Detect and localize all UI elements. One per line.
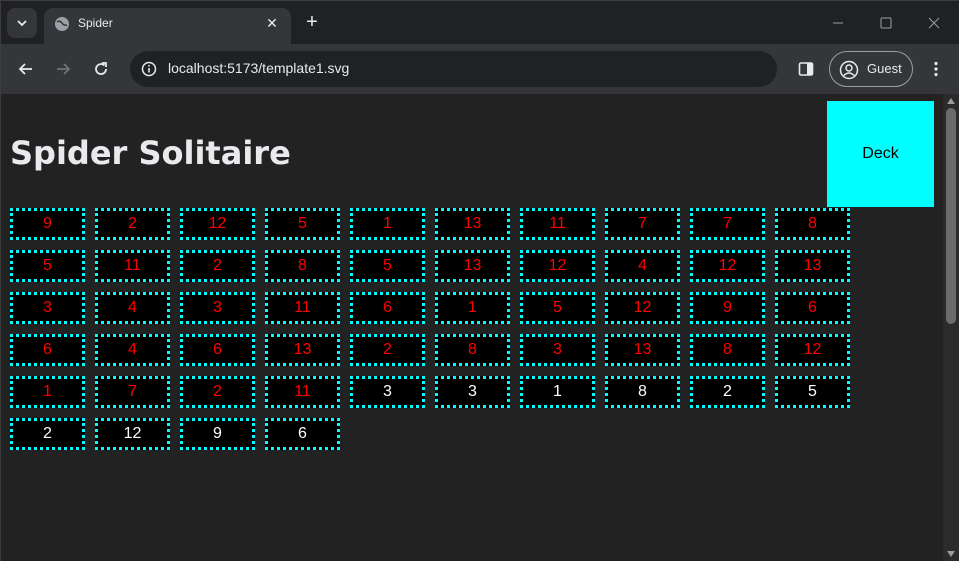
card-face-down: 12 (775, 334, 850, 366)
card-face-down: 5 (350, 250, 425, 282)
person-icon (839, 60, 859, 80)
card-face-down: 5 (265, 208, 340, 240)
back-button[interactable] (11, 54, 41, 84)
card-face-down: 8 (435, 334, 510, 366)
tab-strip: Spider ✕ + (1, 1, 959, 44)
arrow-left-icon (18, 63, 32, 75)
card-face-down: 2 (95, 208, 170, 240)
minimize-icon (833, 22, 843, 24)
card-face-down: 6 (350, 292, 425, 324)
card-face-down: 11 (520, 208, 595, 240)
card-face-down: 5 (10, 250, 85, 282)
card-face-down: 1 (10, 376, 85, 408)
card-face-up[interactable]: 1 (520, 376, 595, 408)
card-face-up[interactable]: 2 (690, 376, 765, 408)
scroll-down-arrow-icon[interactable] (947, 551, 955, 557)
address-bar[interactable]: localhost:5173/template1.svg (130, 51, 777, 87)
card-face-down: 13 (435, 208, 510, 240)
card-face-down: 2 (180, 376, 255, 408)
card-face-down: 13 (265, 334, 340, 366)
card-face-down: 1 (435, 292, 510, 324)
card-face-up[interactable]: 3 (350, 376, 425, 408)
more-vertical-icon (934, 61, 938, 77)
card-face-down: 7 (690, 208, 765, 240)
card-face-down: 5 (520, 292, 595, 324)
minimize-button[interactable] (815, 9, 861, 37)
vertical-scrollbar[interactable] (943, 94, 959, 561)
page-content: Spider Solitaire Deck 9 5 3 6 1 2 2 11 4 4 7 12 12 2 3… (1, 94, 943, 561)
card-face-up[interactable]: 5 (775, 376, 850, 408)
card-face-down: 12 (520, 250, 595, 282)
chevron-down-icon (17, 20, 27, 27)
card-face-down: 8 (265, 250, 340, 282)
card-face-down: 2 (350, 334, 425, 366)
card-face-down: 11 (265, 292, 340, 324)
tab-spider[interactable]: Spider ✕ (44, 8, 291, 44)
new-tab-button[interactable]: + (300, 11, 324, 35)
card-face-down: 6 (775, 292, 850, 324)
maximize-button[interactable] (863, 9, 909, 37)
card-face-up[interactable]: 3 (435, 376, 510, 408)
reload-button[interactable] (86, 54, 116, 84)
card-face-down: 8 (690, 334, 765, 366)
profile-label: Guest (867, 61, 902, 76)
card-face-down: 4 (95, 292, 170, 324)
globe-icon (55, 17, 69, 31)
card-face-down: 1 (350, 208, 425, 240)
browser-menu-button[interactable] (925, 54, 947, 84)
card-face-down: 4 (95, 334, 170, 366)
card-face-down: 2 (180, 250, 255, 282)
card-face-down: 7 (605, 208, 680, 240)
card-face-down: 7 (95, 376, 170, 408)
site-info-icon[interactable] (138, 58, 160, 80)
card-face-down: 6 (10, 334, 85, 366)
tab-search-button[interactable] (7, 8, 37, 38)
card-face-up[interactable]: 6 (265, 418, 340, 450)
browser-window: Spider ✕ + localhost:5173/template1.svg (0, 0, 959, 561)
forward-button[interactable] (48, 54, 78, 84)
card-face-down: 3 (180, 292, 255, 324)
card-face-down: 6 (180, 334, 255, 366)
scroll-up-arrow-icon[interactable] (947, 98, 955, 104)
card-face-down: 3 (520, 334, 595, 366)
card-face-down: 4 (605, 250, 680, 282)
card-face-down: 13 (775, 250, 850, 282)
card-face-down: 8 (775, 208, 850, 240)
maximize-icon (880, 17, 892, 29)
profile-button[interactable]: Guest (829, 51, 913, 87)
arrow-right-icon (57, 63, 71, 75)
card-face-down: 13 (605, 334, 680, 366)
close-icon[interactable]: ✕ (263, 14, 281, 32)
card-face-down: 12 (605, 292, 680, 324)
card-face-down: 11 (95, 250, 170, 282)
card-face-down: 9 (690, 292, 765, 324)
deck-pile[interactable]: Deck (827, 101, 934, 207)
card-face-up[interactable]: 12 (95, 418, 170, 450)
reload-icon (95, 62, 107, 75)
page-title: Spider Solitaire (10, 134, 291, 172)
card-face-up[interactable]: 9 (180, 418, 255, 450)
toolbar: localhost:5173/template1.svg Guest (1, 44, 959, 94)
side-panel-icon (798, 62, 814, 76)
info-icon (141, 61, 157, 77)
card-face-up[interactable]: 2 (10, 418, 85, 450)
card-face-down: 3 (10, 292, 85, 324)
side-panel-button[interactable] (791, 54, 821, 84)
close-icon (928, 17, 940, 29)
tab-title: Spider (78, 16, 113, 30)
card-face-down: 9 (10, 208, 85, 240)
card-face-down: 12 (690, 250, 765, 282)
scrollbar-thumb[interactable] (946, 108, 956, 324)
window-close-button[interactable] (911, 9, 957, 37)
card-face-down: 13 (435, 250, 510, 282)
card-face-down: 11 (265, 376, 340, 408)
url-text[interactable]: localhost:5173/template1.svg (168, 60, 349, 76)
card-face-up[interactable]: 8 (605, 376, 680, 408)
card-face-down: 12 (180, 208, 255, 240)
